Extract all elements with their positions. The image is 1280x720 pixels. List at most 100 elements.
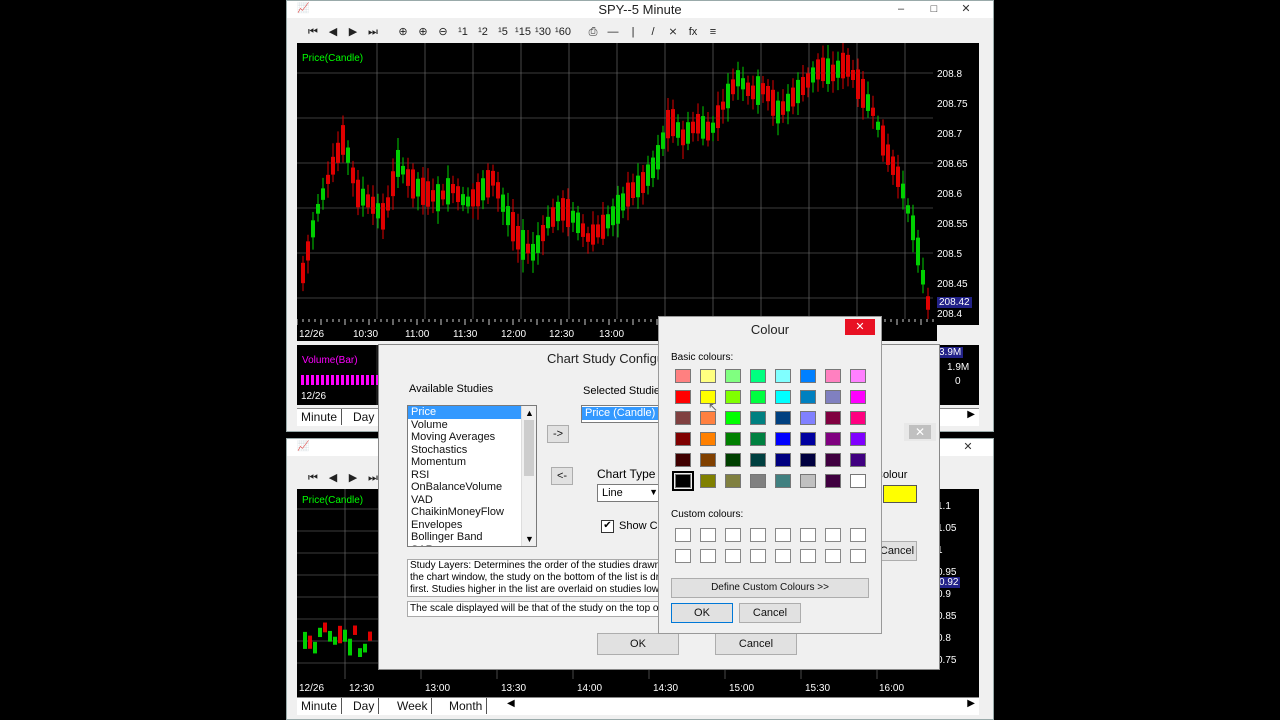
basic-colour-swatch[interactable] bbox=[825, 411, 841, 425]
zoom-out-icon[interactable]: ⊖ bbox=[435, 24, 451, 40]
price-chart[interactable]: Price(Candle) bbox=[297, 43, 937, 325]
basic-colour-swatch[interactable] bbox=[850, 390, 866, 404]
basic-colour-swatch[interactable] bbox=[725, 411, 741, 425]
available-study-item[interactable]: OnBalanceVolume bbox=[408, 481, 522, 494]
basic-colour-swatch[interactable] bbox=[725, 474, 741, 488]
available-study-item[interactable]: RSI bbox=[408, 469, 522, 482]
basic-colour-swatch[interactable] bbox=[775, 411, 791, 425]
close-icon-2[interactable]: ✕ bbox=[957, 441, 979, 453]
fx-icon[interactable]: fx bbox=[685, 24, 701, 40]
basic-colour-swatch[interactable] bbox=[825, 453, 841, 467]
hline-icon[interactable]: — bbox=[605, 24, 621, 40]
list-scrollbar[interactable]: ▲ ▼ bbox=[521, 406, 536, 546]
scroll-up-icon[interactable]: ▲ bbox=[525, 408, 534, 418]
basic-colour-swatch[interactable] bbox=[800, 453, 816, 467]
print-icon[interactable]: ⎙ bbox=[585, 24, 601, 40]
period-1-icon[interactable]: ¹1 bbox=[455, 24, 471, 40]
basic-colour-swatch[interactable] bbox=[800, 411, 816, 425]
scroll-left-icon[interactable]: ◀ bbox=[507, 698, 515, 709]
basic-colour-swatch[interactable] bbox=[725, 390, 741, 404]
custom-colour-swatch[interactable] bbox=[775, 549, 791, 563]
fib-icon[interactable]: ⨯ bbox=[665, 24, 681, 40]
basic-colour-swatch[interactable] bbox=[775, 390, 791, 404]
basic-colour-swatch[interactable] bbox=[750, 453, 766, 467]
basic-colour-swatch[interactable] bbox=[800, 474, 816, 488]
basic-colour-swatch[interactable] bbox=[700, 474, 716, 488]
scroll-right-icon[interactable]: ▶ bbox=[967, 409, 975, 420]
basic-colour-swatch[interactable] bbox=[825, 369, 841, 383]
available-study-item[interactable]: Volume bbox=[408, 419, 522, 432]
basic-colour-swatch[interactable] bbox=[700, 369, 716, 383]
study-ok-button[interactable]: OK bbox=[597, 633, 679, 655]
basic-colour-swatch[interactable] bbox=[700, 432, 716, 446]
period-60-icon[interactable]: ¹60 bbox=[555, 24, 571, 40]
next-icon-2[interactable]: ▶ bbox=[345, 470, 361, 486]
basic-colour-swatch[interactable] bbox=[850, 432, 866, 446]
available-study-item[interactable]: Bollinger Band bbox=[408, 531, 522, 544]
basic-colour-swatch[interactable] bbox=[850, 411, 866, 425]
basic-colour-swatch[interactable] bbox=[825, 390, 841, 404]
period-15-icon[interactable]: ¹15 bbox=[515, 24, 531, 40]
basic-colour-swatch[interactable] bbox=[675, 369, 691, 383]
basic-colour-swatch[interactable] bbox=[750, 432, 766, 446]
basic-colour-swatch[interactable] bbox=[725, 432, 741, 446]
period-30-icon[interactable]: ¹30 bbox=[535, 24, 551, 40]
basic-colour-swatch[interactable] bbox=[750, 411, 766, 425]
custom-colour-swatch[interactable] bbox=[800, 549, 816, 563]
basic-colour-swatch[interactable] bbox=[675, 390, 691, 404]
custom-colour-swatch[interactable] bbox=[700, 549, 716, 563]
basic-colour-swatch[interactable] bbox=[725, 453, 741, 467]
basic-colour-swatch[interactable] bbox=[700, 453, 716, 467]
available-study-item[interactable]: SAR bbox=[408, 544, 522, 547]
basic-colour-swatch[interactable] bbox=[750, 369, 766, 383]
remove-study-button[interactable]: <- bbox=[551, 467, 573, 485]
basic-colour-swatch[interactable] bbox=[800, 369, 816, 383]
basic-colour-swatch[interactable] bbox=[750, 390, 766, 404]
basic-colour-swatch[interactable] bbox=[775, 432, 791, 446]
custom-colour-swatch[interactable] bbox=[850, 549, 866, 563]
prev-icon[interactable]: ◀ bbox=[325, 24, 341, 40]
tab-minute[interactable]: Minute bbox=[297, 409, 343, 425]
custom-colour-swatch[interactable] bbox=[675, 528, 691, 542]
custom-colour-swatch[interactable] bbox=[725, 549, 741, 563]
colour-cancel-button[interactable]: Cancel bbox=[739, 603, 801, 623]
maximize-icon[interactable]: □ bbox=[923, 3, 945, 15]
main-titlebar[interactable]: 📈 SPY--5 Minute ‒ □ ✕ bbox=[287, 1, 993, 18]
colour-ok-button[interactable]: OK bbox=[671, 603, 733, 623]
study-icon[interactable]: ≡ bbox=[705, 24, 721, 40]
custom-colour-swatch[interactable] bbox=[725, 528, 741, 542]
chart-type-select[interactable]: Line ▼ bbox=[597, 484, 661, 502]
basic-colour-swatch[interactable] bbox=[850, 369, 866, 383]
basic-colour-swatch[interactable] bbox=[775, 453, 791, 467]
scroll-down-icon[interactable]: ▼ bbox=[525, 534, 534, 544]
tab-day[interactable]: Day bbox=[349, 409, 380, 425]
scroll-right-icon-2[interactable]: ▶ bbox=[967, 698, 975, 709]
tab2-month[interactable]: Month bbox=[445, 698, 488, 714]
basic-colour-swatch[interactable] bbox=[675, 411, 691, 425]
custom-colour-swatch[interactable] bbox=[825, 528, 841, 542]
basic-colour-swatch[interactable] bbox=[850, 453, 866, 467]
available-study-item[interactable]: VAD bbox=[408, 494, 522, 507]
basic-colour-swatch[interactable] bbox=[825, 432, 841, 446]
custom-colour-swatch[interactable] bbox=[825, 549, 841, 563]
zoom-in-icon[interactable]: ⊕ bbox=[395, 24, 411, 40]
available-study-item[interactable]: Envelopes bbox=[408, 519, 522, 532]
tab2-week[interactable]: Week bbox=[393, 698, 433, 714]
custom-colour-swatch[interactable] bbox=[800, 528, 816, 542]
basic-colour-swatch[interactable] bbox=[775, 369, 791, 383]
add-study-button[interactable]: -> bbox=[547, 425, 569, 443]
basic-colour-swatch[interactable] bbox=[675, 453, 691, 467]
basic-colour-swatch[interactable] bbox=[800, 390, 816, 404]
show-cursor-checkbox[interactable]: ✔ bbox=[601, 520, 614, 533]
available-study-item[interactable]: Stochastics bbox=[408, 444, 522, 457]
basic-colour-swatch[interactable] bbox=[850, 474, 866, 488]
basic-colour-swatch[interactable] bbox=[725, 369, 741, 383]
available-studies-list[interactable]: Price Volume Moving Averages Stochastics Mom… bbox=[407, 405, 537, 547]
custom-colour-swatch[interactable] bbox=[775, 528, 791, 542]
period-2-icon[interactable]: ¹2 bbox=[475, 24, 491, 40]
zoom-add-icon[interactable]: ⊕ bbox=[415, 24, 431, 40]
available-study-item[interactable]: Momentum bbox=[408, 456, 522, 469]
basic-colour-swatch[interactable] bbox=[750, 474, 766, 488]
first-icon-2[interactable]: ⏮ bbox=[305, 470, 321, 486]
study-cancel-button[interactable]: Cancel bbox=[715, 633, 797, 655]
